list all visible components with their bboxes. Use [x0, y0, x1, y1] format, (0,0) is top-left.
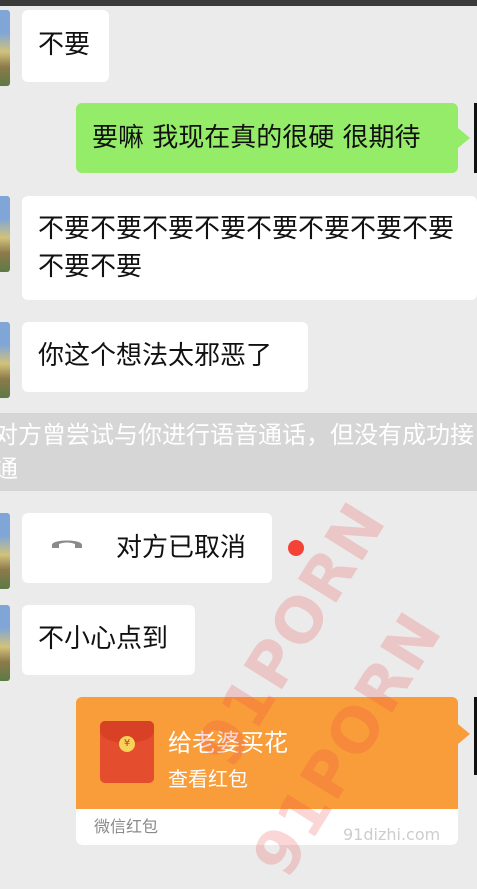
message-text: 不要: [38, 30, 91, 60]
message-bubble-left[interactable]: 你这个想法太邪恶了: [22, 322, 308, 392]
message-bubble-left[interactable]: 不要不要不要不要不要不要不要不要不要不要: [22, 196, 477, 300]
top-bar: [0, 0, 477, 6]
call-status-text: 对方已取消: [116, 533, 247, 563]
message-text: 你这个想法太邪恶了: [38, 341, 273, 371]
voice-call-bubble[interactable]: 对方已取消: [22, 513, 272, 583]
bubble-tail: [458, 128, 470, 148]
contact-avatar[interactable]: [0, 513, 10, 589]
message-bubble-left[interactable]: 不小心点到: [22, 605, 195, 675]
notice-text: 对方曾尝试与你进行语音通话，但没有成功接通: [0, 421, 474, 483]
call-failed-notice: 对方曾尝试与你进行语音通话，但没有成功接通: [0, 413, 477, 491]
watermark-site: 91dizhi.com: [343, 825, 441, 844]
contact-avatar[interactable]: [0, 10, 10, 86]
contact-avatar[interactable]: [0, 322, 10, 398]
contact-avatar[interactable]: [0, 196, 10, 272]
red-envelope-icon: ¥: [100, 721, 154, 783]
message-text: 不小心点到: [38, 624, 169, 654]
message-text: 要嘛 我现在真的很硬 很期待: [92, 123, 421, 153]
message-text: 不要不要不要不要不要不要不要不要不要不要: [38, 214, 455, 282]
message-bubble-left[interactable]: 不要: [22, 10, 109, 82]
bubble-tail: [458, 724, 470, 744]
message-bubble-right[interactable]: 要嘛 我现在真的很硬 很期待: [76, 103, 458, 173]
contact-avatar[interactable]: [0, 605, 10, 681]
phone-hangup-icon: [52, 540, 82, 548]
